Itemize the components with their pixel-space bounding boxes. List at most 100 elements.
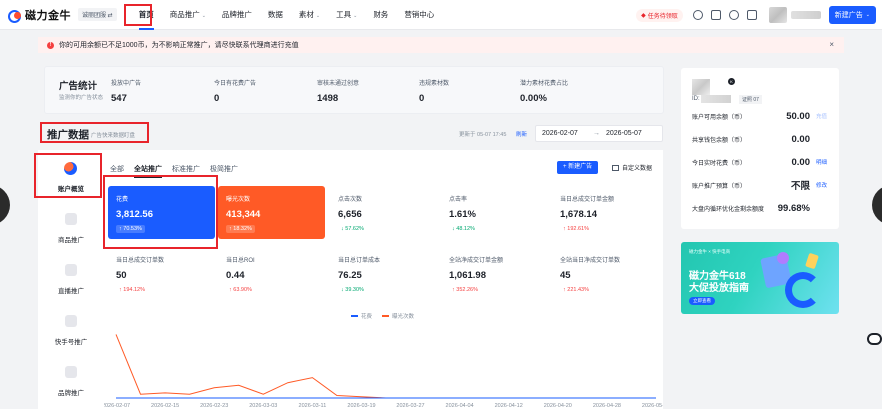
- metric-card[interactable]: 点击率 1.61% ↓ 48.12%: [441, 186, 548, 239]
- x-tick-label: 2026-02-23: [200, 403, 228, 409]
- chevron-down-icon: ⌄: [865, 12, 870, 18]
- notification-icon[interactable]: [728, 10, 739, 20]
- new-ad-button[interactable]: 新建广告 ⌄: [828, 6, 876, 24]
- promo-view-button[interactable]: 立即查看: [689, 297, 715, 305]
- nav-item-5[interactable]: 工具 ⌄: [328, 0, 365, 30]
- header-tools: ◆ 任务待领取 新建广告 ⌄: [636, 0, 876, 30]
- metric-card[interactable]: 全站当日净成交订单数 45 ↑ 221.43%: [552, 247, 659, 300]
- metric-card[interactable]: 当日总ROI 0.44 ↑ 63.90%: [218, 247, 325, 300]
- promo-top-text: 磁力金牛 × 快手电商: [689, 249, 731, 254]
- help-icon[interactable]: [692, 10, 703, 20]
- chart-legend: 花费 曝光次数: [351, 312, 424, 320]
- legend-label: 曝光次数: [392, 314, 415, 320]
- account-row-value: 99.68%: [777, 202, 810, 214]
- account-row-label: 今日实时花费（币）: [692, 160, 747, 167]
- metric-delta: ↑ 194.12%: [119, 287, 145, 293]
- nav-item-4[interactable]: 素材 ⌄: [291, 0, 328, 30]
- nav-item-6[interactable]: 财务: [365, 0, 396, 30]
- left-tab-1[interactable]: 商品推广: [38, 201, 104, 251]
- highlight-box-tab: [34, 153, 102, 198]
- account-row-link[interactable]: 修改: [816, 181, 832, 189]
- account-chip: 证照 07: [739, 95, 762, 104]
- account-row-value: 不限: [790, 181, 810, 192]
- metric-value: 1.61%: [449, 209, 476, 220]
- account-row: 大盘内循环优化金剩余额度 99.68%: [692, 200, 832, 216]
- metric-card[interactable]: 当日总成交订单金额 1,678.14 ↑ 192.61%: [552, 186, 659, 239]
- nav-item-2[interactable]: 品牌推广: [214, 0, 260, 30]
- message-icon[interactable]: [710, 10, 721, 20]
- metric-delta: ↑ 221.43%: [563, 287, 589, 293]
- account-row-link[interactable]: 充值: [816, 112, 832, 120]
- settings-icon: [612, 164, 619, 171]
- x-tick-label: 2026-04-12: [495, 403, 523, 409]
- chevron-down-icon: ⌄: [315, 12, 321, 19]
- metric-card[interactable]: 全站净成交订单金额 1,061.98 ↑ 352.26%: [441, 247, 548, 300]
- task-button[interactable]: ◆ 任务待领取: [636, 8, 683, 22]
- left-tab-label: 商品推广: [58, 237, 84, 244]
- x-tick-label: 2026-03-03: [249, 403, 277, 409]
- logo-text: 磁力金牛: [25, 9, 71, 22]
- custom-data-button[interactable]: 自定义数据: [612, 163, 652, 172]
- refresh-link[interactable]: 刷新: [516, 130, 527, 138]
- metric-card[interactable]: 曝光次数 413,344 ↑ 18.32%: [218, 186, 325, 239]
- left-tab-4[interactable]: 品牌推广: [38, 354, 104, 404]
- new-ad-plan-button[interactable]: + 新建广告: [557, 161, 599, 174]
- calendar-icon[interactable]: [746, 10, 757, 20]
- stat-label: 审核未通过创意: [317, 81, 360, 87]
- metric-card[interactable]: 点击次数 6,656 ↓ 57.62%: [330, 186, 437, 239]
- stat-label: 今日有花费广告: [214, 81, 257, 87]
- assistant-icon[interactable]: [867, 333, 882, 345]
- nav-item-1[interactable]: 商品推广 ⌄: [162, 0, 214, 30]
- x-tick-label: 2026-04-28: [593, 403, 621, 409]
- account-panel: K ID: 证照 07 账户可用余额（币） 50.00 充值 共享钱包余额（币） 0.0…: [681, 68, 839, 229]
- avatar[interactable]: [768, 7, 787, 23]
- account-name[interactable]: [790, 11, 821, 19]
- close-icon[interactable]: ×: [829, 40, 834, 49]
- nav-label: 财务: [373, 9, 389, 19]
- legend-label: 花费: [361, 314, 373, 320]
- nav-item-3[interactable]: 数据: [260, 0, 291, 30]
- account-switcher[interactable]: 诚丽团服 ⇄: [78, 8, 117, 21]
- logo[interactable]: 磁力金牛: [8, 7, 71, 23]
- account-row-label: 大盘内循环优化金剩余额度: [692, 206, 765, 213]
- highlight-box-metric: [103, 175, 218, 249]
- left-tab-label: 品牌推广: [58, 390, 84, 397]
- stat-label: 违规素材数: [419, 81, 450, 87]
- highlight-box-section: [40, 122, 149, 143]
- left-tab-label: 快手号推广: [54, 339, 88, 346]
- metric-delta: ↓ 39.30%: [341, 287, 364, 293]
- new-ad-label: 新建广告: [834, 12, 863, 19]
- stat-value: 0: [214, 93, 220, 104]
- nav-item-7[interactable]: 营销中心: [396, 0, 442, 30]
- account-row: 账户可用余额（币） 50.00 充值: [692, 108, 832, 124]
- left-tab-3[interactable]: 快手号推广: [38, 303, 104, 353]
- metric-delta: ↑ 63.90%: [229, 287, 252, 293]
- legend-item[interactable]: 花费: [351, 312, 372, 320]
- nav-label: 工具: [336, 9, 352, 19]
- metric-delta: ↑ 352.26%: [452, 287, 478, 293]
- account-row-link[interactable]: 明细: [816, 158, 832, 166]
- account-id-label: ID:: [692, 96, 700, 102]
- x-tick-label: 2026-04-20: [544, 403, 572, 409]
- carousel-right-handle[interactable]: [872, 185, 882, 225]
- carousel-left-handle[interactable]: [0, 185, 10, 225]
- task-label: 任务待领取: [647, 13, 678, 20]
- promo-banner[interactable]: 磁力金牛 × 快手电商 磁力金牛618 大促投放指南 立即查看: [681, 242, 839, 314]
- promo-type-icon: [65, 213, 77, 225]
- promo-title-2: 大促投放指南: [689, 283, 749, 294]
- legend-item[interactable]: 曝光次数: [382, 312, 414, 320]
- legend-swatch: [351, 315, 358, 317]
- custom-data-label: 自定义数据: [622, 166, 653, 172]
- stat-item: 违规素材数 0: [419, 78, 449, 104]
- account-row-value: 0.00: [791, 133, 811, 145]
- stat-item: 潜力素材花费占比 0.00%: [520, 78, 568, 104]
- metric-card[interactable]: 当日总订单成本 76.25 ↓ 39.30%: [330, 247, 437, 300]
- account-row-label: 账户可用余额（币）: [692, 114, 747, 121]
- metric-delta: ↓ 57.62%: [341, 226, 364, 232]
- account-row-label: 账户推广预算（币）: [692, 183, 747, 190]
- date-range-picker[interactable]: 2026-02-07 → 2026-05-07: [535, 125, 663, 142]
- left-tab-2[interactable]: 直播推广: [38, 252, 104, 302]
- metric-card[interactable]: 当日总成交订单数 50 ↑ 194.12%: [108, 247, 215, 300]
- account-id-value: [701, 95, 731, 103]
- stat-value: 547: [111, 93, 127, 104]
